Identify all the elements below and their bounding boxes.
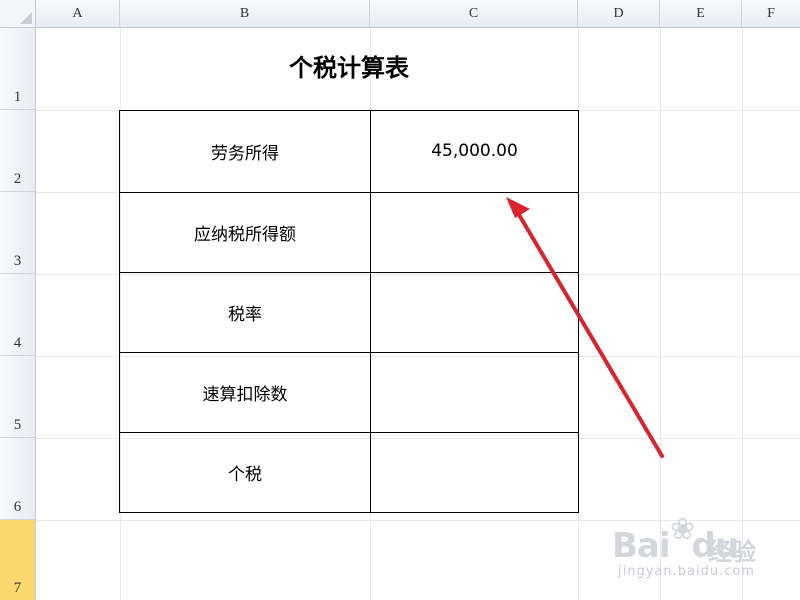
watermark-url: jingyan.baidu.com	[618, 564, 755, 579]
baidu-jingyan-watermark: Bai du ❀ 经验 jingyan.baidu.com	[596, 510, 796, 598]
arrow-shaft	[513, 206, 664, 458]
watermark-cn-text: 经验	[708, 538, 756, 566]
paw-icon: ❀	[670, 512, 696, 547]
spreadsheet: A B C D E F 1 2 3 4 5 6 7 个税计算表 劳务所得 45,…	[0, 0, 800, 600]
arrow-head-icon	[506, 197, 530, 218]
